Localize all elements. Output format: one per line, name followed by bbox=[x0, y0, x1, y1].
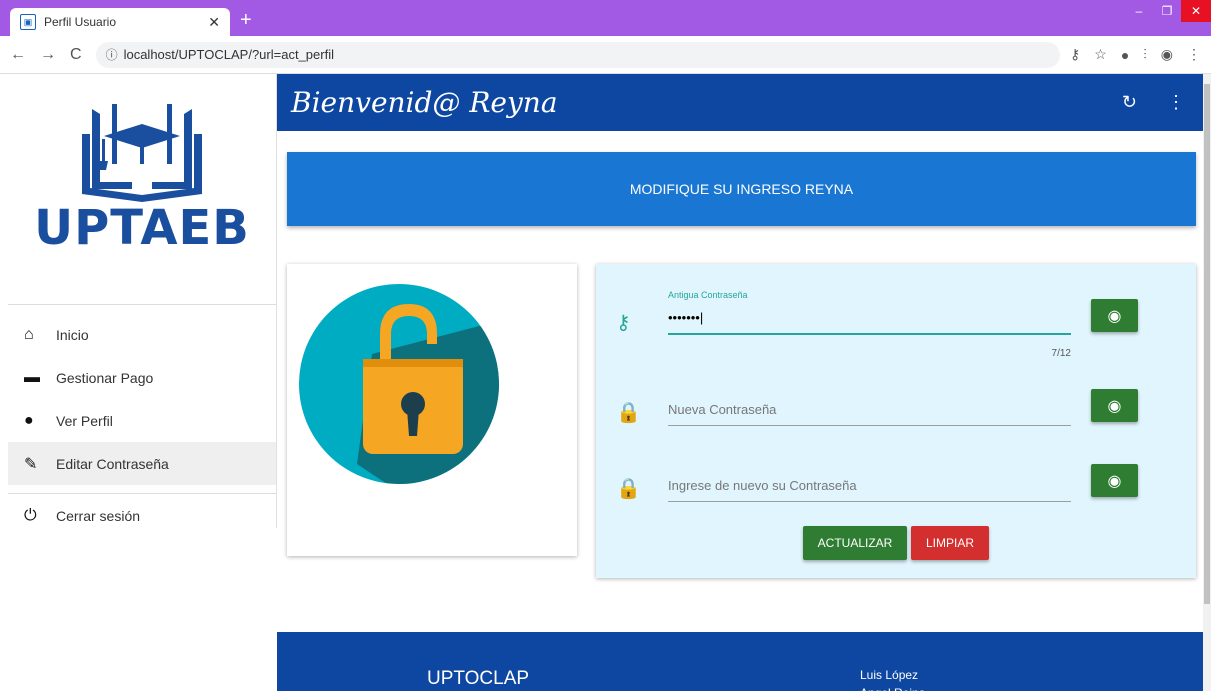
eye-icon: ◉ bbox=[1107, 397, 1122, 415]
old-password-input[interactable]: •••••••| bbox=[668, 310, 1071, 335]
page-scrollbar[interactable] bbox=[1203, 74, 1211, 691]
browser-tab[interactable]: ▣ Perfil Usuario ✕ bbox=[10, 8, 230, 36]
account-icon[interactable]: ◉ bbox=[1161, 46, 1173, 63]
cookie-icon[interactable]: ● bbox=[1121, 47, 1129, 63]
lock-plus-icon: 🔒 bbox=[616, 402, 641, 424]
footer: UPTOCLAP Luis López Angel Reina bbox=[277, 632, 1203, 700]
scroll-thumb[interactable] bbox=[1204, 84, 1210, 604]
pencil-icon: ✎ bbox=[24, 455, 38, 473]
char-counter: 7/12 bbox=[1051, 348, 1071, 359]
address-bar: ← → C ⓘ localhost/UPTOCLAP/?url=act_perf… bbox=[0, 36, 1211, 74]
graduation-logo-icon bbox=[82, 104, 202, 202]
banner-text: MODIFIQUE SU INGRESO REYNA bbox=[629, 181, 854, 197]
forward-icon[interactable]: → bbox=[40, 46, 56, 64]
old-password-label: Antigua Contraseña bbox=[668, 290, 748, 300]
more-vert-icon[interactable]: ⋮ bbox=[1167, 92, 1185, 113]
padlock-illustration bbox=[299, 284, 499, 484]
sidebar-item-ver-perfil[interactable]: ● Ver Perfil bbox=[8, 399, 276, 442]
minimize-button[interactable]: – bbox=[1125, 0, 1153, 22]
back-icon[interactable]: ← bbox=[10, 46, 26, 64]
eye-icon: ◉ bbox=[1107, 307, 1122, 325]
reload-icon[interactable]: C bbox=[70, 46, 82, 64]
new-password-placeholder: Nueva Contraseña bbox=[668, 402, 777, 417]
old-password-value: ••••••• bbox=[668, 310, 700, 325]
url-text: localhost/UPTOCLAP/?url=act_perfil bbox=[123, 47, 334, 62]
menu-icon[interactable]: ⋮ bbox=[1187, 46, 1201, 63]
logo: UPTAEB bbox=[8, 74, 276, 305]
sidebar: UPTAEB ⌂ Inicio ▬ Gestionar Pago ● Ver P… bbox=[8, 74, 277, 528]
key-icon: ⚷ bbox=[616, 312, 631, 334]
close-window-button[interactable]: ✕ bbox=[1181, 0, 1211, 22]
home-icon: ⌂ bbox=[24, 325, 34, 343]
power-icon: ⏻ bbox=[24, 506, 37, 524]
window-controls: – ❐ ✕ bbox=[1125, 0, 1211, 22]
favicon-icon: ▣ bbox=[20, 14, 36, 30]
briefcase-icon: ▬ bbox=[24, 368, 40, 386]
confirm-password-placeholder: Ingrese de nuevo su Contraseña bbox=[668, 478, 857, 493]
sidebar-item-label: Ver Perfil bbox=[56, 412, 113, 429]
page-banner: MODIFIQUE SU INGRESO REYNA bbox=[287, 152, 1196, 226]
lock-plus-icon: 🔒 bbox=[616, 478, 641, 500]
refresh-icon[interactable]: ↻ bbox=[1122, 92, 1137, 113]
extension-icon[interactable]: ⫶ bbox=[1143, 46, 1147, 63]
new-tab-button[interactable]: + bbox=[240, 10, 252, 30]
sidebar-item-gestionar-pago[interactable]: ▬ Gestionar Pago bbox=[8, 356, 276, 399]
lock-image-card bbox=[287, 264, 577, 556]
sidebar-item-cerrar-sesion[interactable]: ⏻ Cerrar sesión bbox=[8, 494, 276, 537]
toggle-new-password-button[interactable]: ◉ bbox=[1091, 389, 1138, 422]
clear-button[interactable]: LIMPIAR bbox=[911, 526, 989, 560]
url-input[interactable]: ⓘ localhost/UPTOCLAP/?url=act_perfil bbox=[95, 41, 1060, 68]
sidebar-item-label: Editar Contraseña bbox=[56, 455, 169, 472]
sidebar-item-label: Inicio bbox=[56, 326, 89, 343]
toggle-old-password-button[interactable]: ◉ bbox=[1091, 299, 1138, 332]
confirm-password-input[interactable]: Ingrese de nuevo su Contraseña bbox=[668, 478, 1071, 502]
footer-credit-2: Angel Reina bbox=[860, 686, 926, 700]
eye-icon: ◉ bbox=[1107, 472, 1122, 490]
star-icon[interactable]: ☆ bbox=[1094, 46, 1107, 63]
close-tab-icon[interactable]: ✕ bbox=[208, 14, 220, 31]
sidebar-item-label: Cerrar sesión bbox=[56, 507, 141, 524]
toggle-confirm-password-button[interactable]: ◉ bbox=[1091, 464, 1138, 497]
update-button[interactable]: ACTUALIZAR bbox=[803, 526, 907, 560]
sidebar-item-editar-contrasena[interactable]: ✎ Editar Contraseña bbox=[8, 442, 276, 485]
key-icon[interactable]: ⚷ bbox=[1070, 46, 1080, 63]
new-password-input[interactable]: Nueva Contraseña bbox=[668, 402, 1071, 426]
info-icon[interactable]: ⓘ bbox=[106, 46, 118, 63]
top-bar: Bienvenid@ Reyna ↻ ⋮ bbox=[277, 74, 1203, 131]
footer-title: UPTOCLAP bbox=[427, 668, 530, 689]
footer-credit: Luis López bbox=[860, 668, 919, 682]
tab-title: Perfil Usuario bbox=[44, 15, 117, 29]
logo-text: UPTAEB bbox=[34, 200, 250, 256]
sidebar-item-inicio[interactable]: ⌂ Inicio bbox=[8, 313, 276, 356]
password-form: ⚷ Antigua Contraseña •••••••| 7/12 ◉ 🔒 N… bbox=[596, 264, 1196, 578]
person-icon: ● bbox=[24, 411, 34, 429]
restore-button[interactable]: ❐ bbox=[1153, 0, 1181, 22]
browser-tab-bar: ▣ Perfil Usuario ✕ + – ❐ ✕ bbox=[0, 0, 1211, 36]
sidebar-item-label: Gestionar Pago bbox=[56, 369, 154, 386]
welcome-title: Bienvenid@ Reyna bbox=[291, 86, 558, 119]
